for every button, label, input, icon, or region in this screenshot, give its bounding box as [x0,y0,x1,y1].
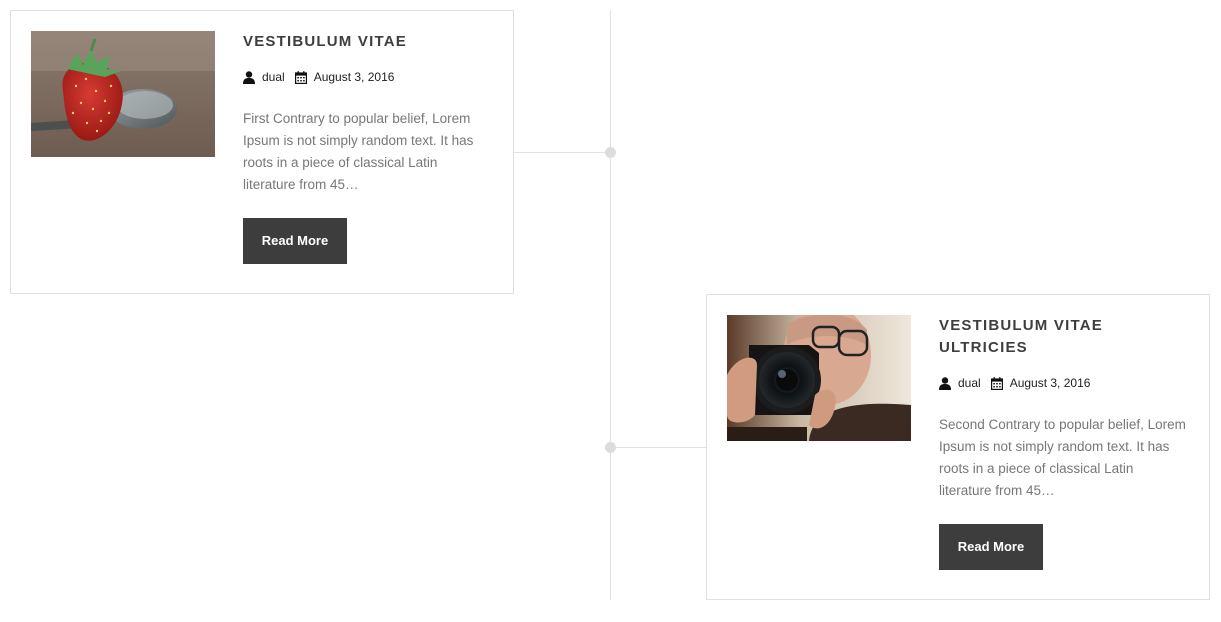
strawberry-image [31,31,215,157]
timeline-dot [605,442,616,453]
post-title[interactable]: VESTIBULUM VITAE [243,31,493,53]
timeline-line [610,10,611,600]
user-icon [939,376,951,390]
calendar-icon [294,70,307,84]
post-content: VESTIBULUM VITAE dual August 3, 2016 Fir… [243,31,493,264]
post-excerpt: Second Contrary to popular belief, Lorem… [939,417,1186,498]
post-author[interactable]: dual [958,376,981,390]
timeline-connector [514,152,610,153]
read-more-button[interactable]: Read More [243,218,347,264]
user-icon [243,70,255,84]
post-meta: dual August 3, 2016 [939,375,1189,391]
calendar-icon [990,376,1003,390]
photographer-image [727,315,911,441]
post-card: VESTIBULUM VITAE dual August 3, 2016 Fir… [10,10,514,294]
post-content: VESTIBULUM VITAE ULTRICIES dual August 3… [939,315,1189,570]
post-thumbnail[interactable] [31,31,215,157]
post-date[interactable]: August 3, 2016 [1010,376,1091,390]
post-meta: dual August 3, 2016 [243,69,493,85]
post-author[interactable]: dual [262,70,285,84]
read-more-button[interactable]: Read More [939,524,1043,570]
post-date[interactable]: August 3, 2016 [314,70,395,84]
post-card: VESTIBULUM VITAE ULTRICIES dual August 3… [706,294,1210,600]
timeline-dot [605,147,616,158]
post-thumbnail[interactable] [727,315,911,441]
timeline-connector [611,447,706,448]
post-title[interactable]: VESTIBULUM VITAE ULTRICIES [939,315,1189,359]
post-excerpt: First Contrary to popular belief, Lorem … [243,111,474,192]
